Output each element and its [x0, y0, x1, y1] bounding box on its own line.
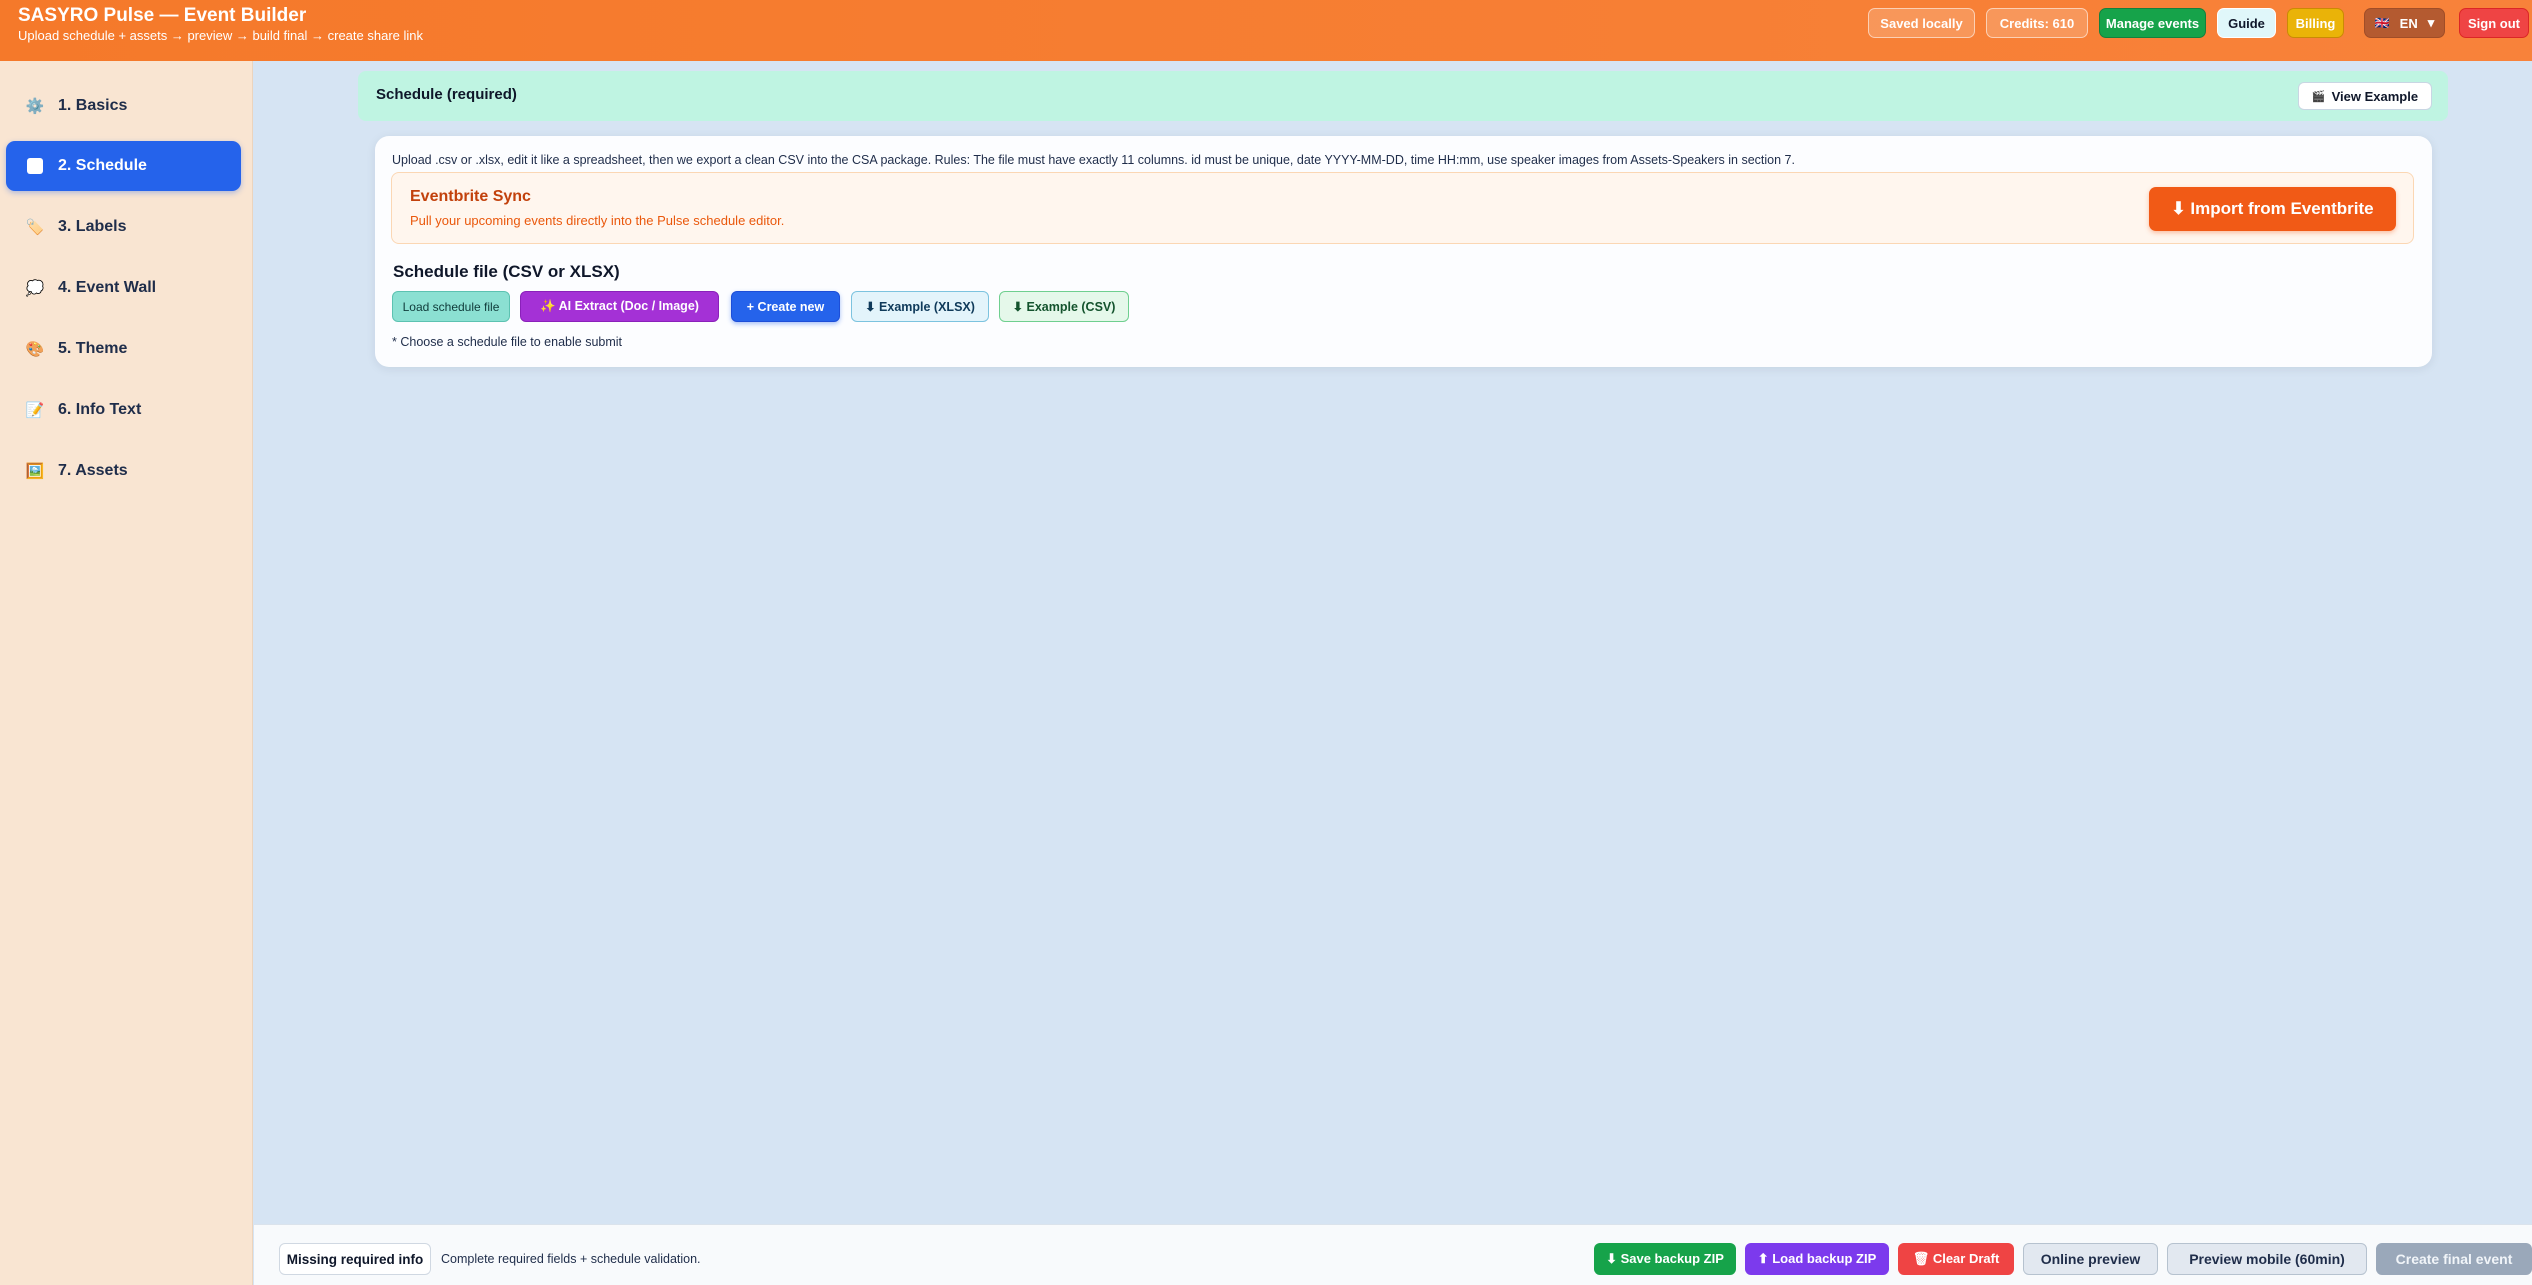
ai-extract-button[interactable]: ✨ AI Extract (Doc / Image)	[520, 291, 719, 322]
example-xlsx-button[interactable]: ⬇ Example (XLSX)	[851, 291, 989, 322]
thought-bubble-icon: 💭	[25, 280, 45, 297]
eventbrite-subtitle: Pull your upcoming events directly into …	[410, 213, 785, 228]
sidebar-item-basics[interactable]: ⚙️ 1. Basics	[6, 81, 241, 131]
import-eventbrite-button[interactable]: ⬇ Import from Eventbrite	[2149, 187, 2396, 231]
save-backup-zip-button[interactable]: ⬇ Save backup ZIP	[1594, 1243, 1736, 1275]
calendar-icon	[26, 157, 44, 175]
chevron-down-icon: ▾	[2427, 15, 2435, 30]
saved-status-badge: Saved locally	[1868, 8, 1975, 38]
online-preview-button[interactable]: Online preview	[2023, 1243, 2158, 1275]
guide-button[interactable]: Guide	[2217, 8, 2276, 38]
sidebar-item-info-text[interactable]: 📝 6. Info Text	[6, 385, 241, 435]
eventbrite-sync-panel: Eventbrite Sync Pull your upcoming event…	[391, 172, 2414, 244]
view-example-button[interactable]: 🎬 View Example	[2298, 82, 2432, 110]
memo-icon: 📝	[25, 402, 45, 419]
missing-info-badge: Missing required info	[279, 1243, 431, 1275]
credits-badge[interactable]: Credits: 610	[1986, 8, 2088, 38]
language-value: EN	[2399, 15, 2418, 31]
tag-icon: 🏷️	[25, 219, 45, 236]
sidebar-item-assets[interactable]: 🖼️ 7. Assets	[6, 446, 241, 496]
sidebar-item-labels[interactable]: 🏷️ 3. Labels	[6, 202, 241, 252]
submit-hint: * Choose a schedule file to enable submi…	[392, 335, 623, 349]
app-title: SASYRO Pulse — Event Builder	[18, 5, 307, 26]
sidebar-item-label: 4. Event Wall	[58, 279, 157, 296]
sidebar-item-label: 3. Labels	[58, 218, 127, 235]
sidebar-item-label: 5. Theme	[58, 340, 128, 357]
sidebar-item-label: 2. Schedule	[58, 157, 147, 174]
preview-mobile-button[interactable]: Preview mobile (60min)	[2167, 1243, 2367, 1275]
section-title: Schedule (required)	[376, 86, 517, 103]
footer-bar: Missing required info Complete required …	[254, 1224, 2532, 1285]
sidebar-item-event-wall[interactable]: 💭 4. Event Wall	[6, 263, 241, 313]
load-backup-zip-button[interactable]: ⬆ Load backup ZIP	[1745, 1243, 1889, 1275]
sidebar: ⚙️ 1. Basics 2. Schedule 🏷️ 3. Labels 💭 …	[0, 61, 253, 1285]
sign-out-button[interactable]: Sign out	[2459, 8, 2529, 38]
schedule-rules-text: Upload .csv or .xlsx, edit it like a spr…	[392, 153, 1795, 167]
load-schedule-file-button[interactable]: Load schedule file	[392, 291, 510, 322]
section-banner: Schedule (required) 🎬 View Example	[358, 71, 2448, 121]
uk-flag-icon: 🇬🇧	[2374, 16, 2390, 30]
view-example-label: View Example	[2331, 88, 2419, 104]
app-header: SASYRO Pulse — Event Builder Upload sche…	[0, 0, 2532, 61]
sidebar-item-label: 1. Basics	[58, 97, 128, 114]
picture-icon: 🖼️	[25, 463, 45, 480]
language-select[interactable]: 🇬🇧 EN ▾	[2364, 8, 2445, 38]
sidebar-item-label: 7. Assets	[58, 462, 128, 479]
schedule-card: Upload .csv or .xlsx, edit it like a spr…	[375, 136, 2432, 367]
schedule-file-label: Schedule file (CSV or XLSX)	[393, 262, 620, 281]
gear-icon: ⚙️	[25, 98, 45, 115]
create-new-button[interactable]: + Create new	[731, 291, 840, 322]
sidebar-item-schedule[interactable]: 2. Schedule	[6, 141, 241, 191]
sidebar-item-label: 6. Info Text	[58, 401, 142, 418]
sidebar-item-theme[interactable]: 🎨 5. Theme	[6, 324, 241, 374]
manage-events-button[interactable]: Manage events	[2099, 8, 2206, 38]
clear-draft-button[interactable]: 🗑 Clear Draft	[1898, 1243, 2014, 1275]
billing-button[interactable]: Billing	[2287, 8, 2344, 38]
clapper-icon: 🎬	[2311, 90, 2326, 103]
example-csv-button[interactable]: ⬇ Example (CSV)	[999, 291, 1129, 322]
create-final-event-button[interactable]: Create final event	[2376, 1243, 2532, 1275]
app-subtitle: Upload schedule + assets → preview → bui…	[18, 28, 424, 43]
palette-icon: 🎨	[25, 341, 45, 358]
footer-hint: Complete required fields + schedule vali…	[441, 1252, 701, 1266]
eventbrite-title: Eventbrite Sync	[410, 188, 531, 205]
